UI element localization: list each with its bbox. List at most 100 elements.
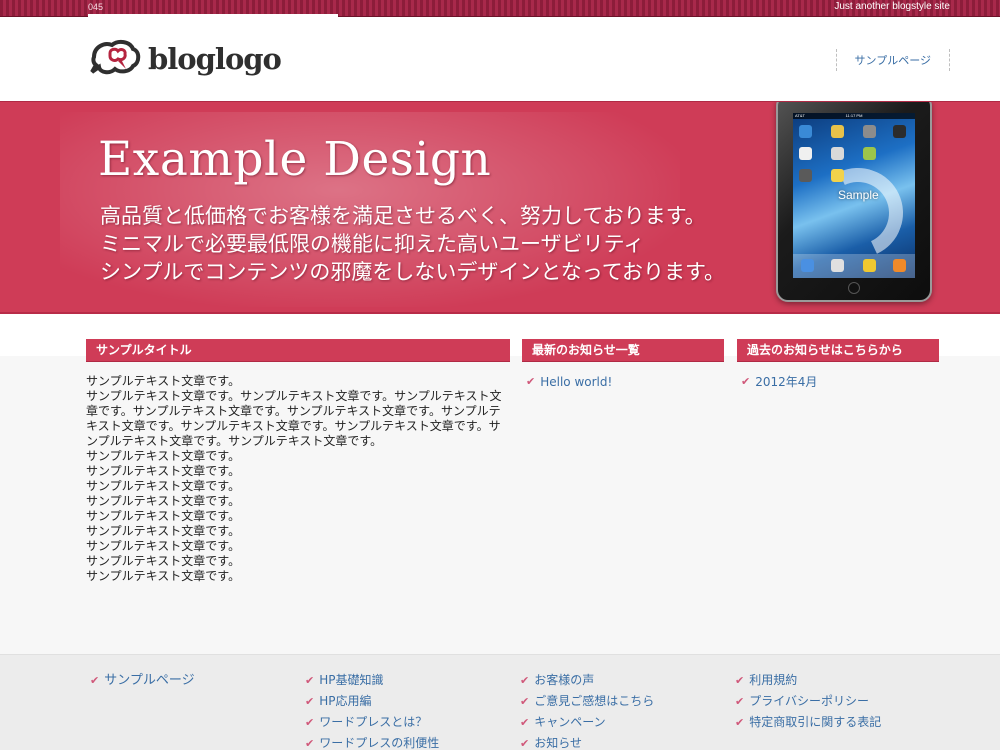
check-icon: ✔ [305, 695, 315, 708]
body-paragraph: サンプルテキスト文章です。 [86, 374, 241, 388]
check-icon: ✔ [90, 674, 100, 687]
body-paragraph: サンプルテキスト文章です。サンプルテキスト文章です。サンプルテキスト文章です。サ… [86, 389, 502, 448]
archive-item[interactable]: ✔ 2012年4月 [741, 374, 817, 390]
dock-icon [893, 259, 906, 272]
footer-link[interactable]: ✔ HP応用編 [305, 691, 439, 712]
footer-link[interactable]: ✔ 利用規約 [735, 670, 881, 691]
dock-icon [801, 259, 814, 272]
hero-line-3: シンプルでコンテンツの邪魔をしないデザインとなっております。 [100, 260, 725, 284]
check-icon: ✔ [741, 375, 751, 388]
hero-line-2: ミニマルで必要最低限の機能に抑えた高いユーザビリティ [100, 232, 645, 256]
app-icon [799, 169, 812, 182]
footer-link-label: プライバシーポリシー [749, 694, 869, 708]
app-icon [831, 147, 844, 160]
news-item[interactable]: ✔ Hello world! [526, 374, 612, 390]
app-icon [863, 125, 876, 138]
footer-link[interactable]: ✔ お客様の声 [520, 670, 654, 691]
body-paragraph: サンプルテキスト文章です。 [86, 539, 241, 553]
footer-link[interactable]: ✔ お知らせ [520, 733, 654, 750]
app-icon [893, 125, 906, 138]
check-icon: ✔ [520, 674, 530, 687]
tablet-image: AT&T 11:17 PM Sample [776, 102, 932, 302]
footer-link[interactable]: ✔ 特定商取引に関する表記 [735, 712, 881, 733]
main-nav: サンプルページ [835, 49, 950, 71]
hero-title: Example Design [98, 132, 492, 187]
footer-link[interactable]: ✔ HP基礎知識 [305, 670, 439, 691]
check-icon: ✔ [305, 674, 315, 687]
check-icon: ✔ [305, 716, 315, 729]
footer-link-label: ワードプレスの利便性 [319, 736, 440, 750]
footer-link-label: サンプルページ [104, 673, 195, 688]
footer-link-label: HP基礎知識 [319, 673, 384, 687]
footer-link-label: HP応用編 [319, 694, 372, 708]
tablet-sample-label: Sample [838, 188, 879, 202]
speech-bubble-logo-icon [90, 39, 141, 75]
tablet-status-bar: AT&T 11:17 PM [793, 113, 915, 119]
hero-banner: Example Design 高品質と低価格でお客様を満足させるべく、努力してお… [0, 101, 1000, 314]
body-paragraph: サンプルテキスト文章です。 [86, 569, 241, 583]
footer-link-label: キャンペーン [534, 715, 606, 729]
top-bar: 045 Just another blogstyle site [0, 0, 1000, 17]
site-header: bloglogo サンプルページ [0, 17, 1000, 101]
footer-link-label: ワードプレスとは？ [319, 715, 428, 729]
news-section-heading: 最新のお知らせ一覧 [522, 339, 724, 362]
app-icon [799, 147, 812, 160]
check-icon: ✔ [520, 737, 530, 750]
check-icon: ✔ [735, 716, 745, 729]
archive-list: ✔ 2012年4月 [741, 374, 817, 390]
site-tagline: Just another blogstyle site [834, 1, 950, 12]
main-article-body: サンプルテキスト文章です。 サンプルテキスト文章です。サンプルテキスト文章です。… [86, 374, 510, 584]
logo-text-blog: blog [148, 42, 216, 76]
footer-link[interactable]: ✔ キャンペーン [520, 712, 654, 733]
footer-link[interactable]: ✔ ワードプレスとは？ [305, 712, 439, 733]
hero-description: 高品質と低価格でお客様を満足させるべく、努力しております。 ミニマルで必要最低限… [100, 202, 725, 286]
body-paragraph: サンプルテキスト文章です。 [86, 554, 241, 568]
main-section-heading: サンプルタイトル [86, 339, 510, 362]
tablet-screen: AT&T 11:17 PM Sample [793, 113, 915, 278]
dock-icon [863, 259, 876, 272]
app-icon [799, 125, 812, 138]
tablet-time: 11:17 PM [845, 113, 863, 118]
body-paragraph: サンプルテキスト文章です。 [86, 494, 241, 508]
check-icon: ✔ [305, 737, 315, 750]
footer-link[interactable]: ✔ サンプルページ [90, 670, 195, 691]
logo-text: bloglogo [148, 42, 282, 76]
body-paragraph: サンプルテキスト文章です。 [86, 524, 241, 538]
footer-link[interactable]: ✔ ワードプレスの利便性 [305, 733, 439, 750]
tablet-dock [793, 254, 915, 278]
footer-column-1: ✔ サンプルページ [90, 670, 195, 691]
site-logo[interactable]: bloglogo [88, 37, 282, 81]
logo-text-logo: logo [214, 42, 282, 76]
nav-item-sample-page[interactable]: サンプルページ [855, 52, 931, 68]
app-icon [863, 147, 876, 160]
dock-icon [831, 259, 844, 272]
check-icon: ✔ [520, 716, 530, 729]
site-id: 045 [88, 2, 104, 12]
news-list: ✔ Hello world! [526, 374, 612, 390]
archive-item-label: 2012年4月 [755, 375, 818, 389]
body-paragraph: サンプルテキスト文章です。 [86, 464, 241, 478]
check-icon: ✔ [735, 674, 745, 687]
footer-link-label: お客様の声 [534, 673, 595, 687]
tablet-carrier: AT&T [795, 113, 805, 118]
body-paragraph: サンプルテキスト文章です。 [86, 509, 241, 523]
footer-link-label: ご意見ご感想はこちら [534, 694, 655, 708]
check-icon: ✔ [526, 375, 536, 388]
footer-link[interactable]: ✔ プライバシーポリシー [735, 691, 881, 712]
footer-link-label: 利用規約 [749, 673, 798, 687]
footer-column-4: ✔ 利用規約 ✔ プライバシーポリシー ✔ 特定商取引に関する表記 [735, 670, 881, 733]
footer-link-label: 特定商取引に関する表記 [749, 715, 882, 729]
footer-link-label: お知らせ [534, 736, 582, 750]
body-paragraph: サンプルテキスト文章です。 [86, 479, 241, 493]
past-section-heading: 過去のお知らせはこちらから [737, 339, 939, 362]
check-icon: ✔ [735, 695, 745, 708]
tablet-home-button [848, 282, 860, 294]
footer-column-2: ✔ HP基礎知識 ✔ HP応用編 ✔ ワードプレスとは？ ✔ ワードプレスの利便性 [305, 670, 439, 750]
check-icon: ✔ [520, 695, 530, 708]
footer-column-3: ✔ お客様の声 ✔ ご意見ご感想はこちら ✔ キャンペーン ✔ お知らせ [520, 670, 654, 750]
footer-link[interactable]: ✔ ご意見ご感想はこちら [520, 691, 654, 712]
app-icon [831, 169, 844, 182]
app-icon [831, 125, 844, 138]
hero-line-1: 高品質と低価格でお客様を満足させるべく、努力しております。 [100, 204, 706, 228]
body-paragraph: サンプルテキスト文章です。 [86, 449, 241, 463]
